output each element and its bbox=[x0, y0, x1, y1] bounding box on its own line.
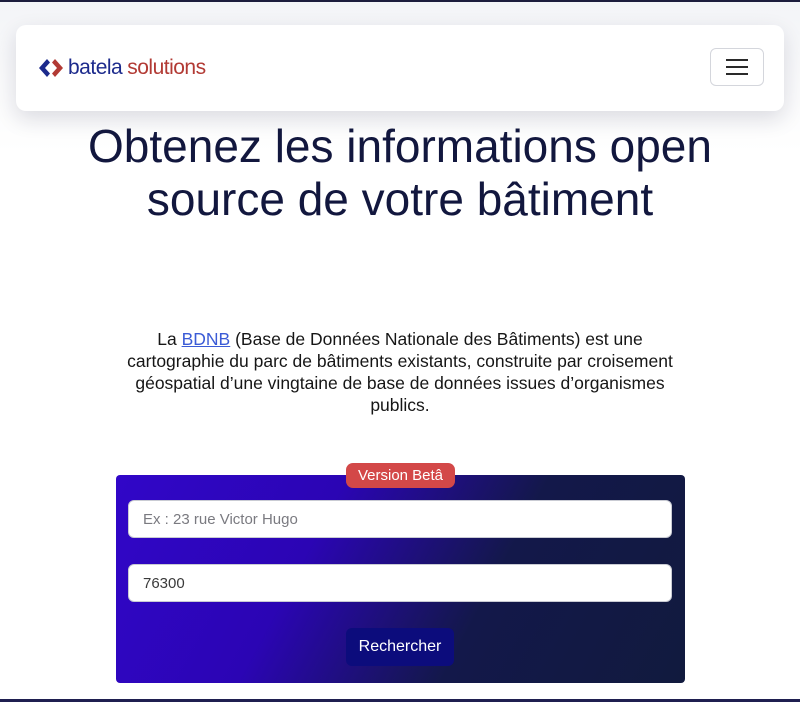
intro-prefix: La bbox=[157, 329, 182, 349]
hamburger-icon bbox=[726, 59, 748, 75]
brand-logo-link[interactable]: batela solutions bbox=[38, 55, 206, 81]
search-button[interactable]: Rechercher bbox=[346, 628, 454, 666]
brand-name-solutions: solutions bbox=[127, 56, 206, 79]
batela-logo-icon bbox=[39, 59, 63, 77]
address-input[interactable] bbox=[128, 500, 672, 538]
intro-paragraph: La BDNB (Base de Données Nationale des B… bbox=[120, 328, 680, 416]
brand-name-batela: batela bbox=[68, 56, 123, 79]
search-form: Rechercher bbox=[116, 475, 685, 683]
postal-code-input[interactable] bbox=[128, 564, 672, 602]
beta-version-badge: Version Betâ bbox=[346, 463, 455, 488]
bdnb-link[interactable]: BDNB bbox=[182, 329, 231, 349]
page-title: Obtenez les informations open source de … bbox=[88, 120, 712, 225]
menu-toggle-button[interactable] bbox=[710, 48, 764, 86]
navbar: batela solutions bbox=[16, 25, 784, 111]
